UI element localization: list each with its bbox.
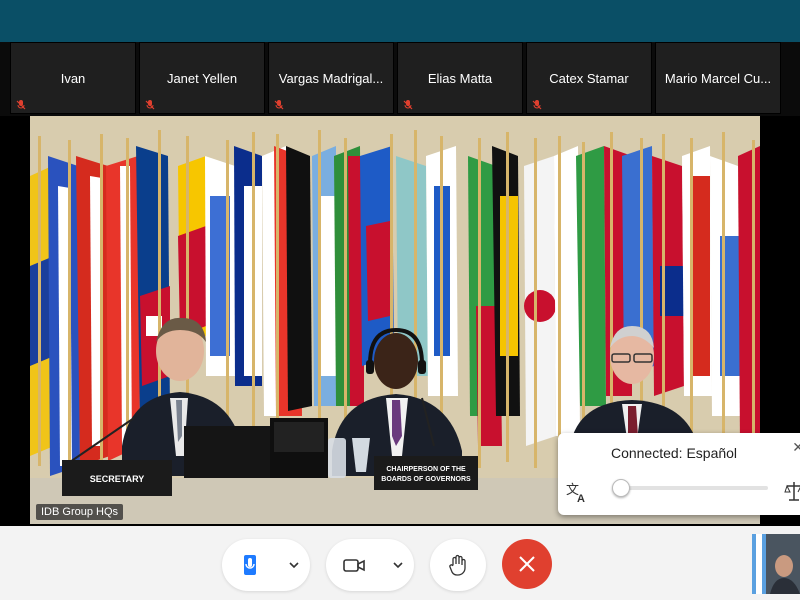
microphone-icon	[244, 555, 256, 575]
video-button[interactable]	[326, 539, 414, 591]
mute-button[interactable]	[222, 539, 310, 591]
participant-tile[interactable]: Ivan	[10, 42, 136, 114]
control-bar	[0, 526, 800, 600]
chevron-down-icon[interactable]	[392, 559, 404, 571]
participant-name: Mario Marcel Cu...	[664, 71, 772, 86]
placard-center-line1: CHAIRPERSON OF THE	[386, 466, 466, 473]
participant-name: Ivan	[60, 71, 86, 86]
muted-mic-icon	[145, 100, 155, 110]
participant-name: Elias Matta	[427, 71, 493, 86]
interpretation-status: Connected: Español	[610, 445, 738, 461]
camera-icon	[343, 559, 365, 572]
end-call-icon	[519, 556, 535, 572]
interpretation-panel: Connected: Español ✕ 文 A	[558, 433, 800, 515]
muted-mic-icon	[403, 100, 413, 110]
self-view-scene	[752, 534, 800, 594]
muted-mic-icon	[16, 100, 26, 110]
top-bar	[0, 0, 800, 42]
balance-icon[interactable]	[784, 480, 800, 502]
placard-left-text: SECRETARY	[90, 474, 145, 484]
muted-mic-icon	[532, 100, 542, 110]
raise-hand-button[interactable]	[430, 539, 486, 591]
self-view-thumbnail[interactable]	[752, 534, 800, 594]
participant-name: Janet Yellen	[166, 71, 238, 86]
participant-strip: Ivan Janet Yellen Vargas Madrigal... Eli…	[0, 42, 800, 116]
volume-slider-track[interactable]	[616, 486, 768, 490]
placard-center-line2: BOARDS OF GOVERNORS	[381, 476, 471, 483]
svg-text:A: A	[577, 493, 585, 503]
monitors	[184, 418, 328, 488]
participant-tile[interactable]: Vargas Madrigal...	[268, 42, 394, 114]
participant-tile[interactable]: Elias Matta	[397, 42, 523, 114]
room-label: IDB Group HQs	[36, 504, 124, 520]
participant-name: Vargas Madrigal...	[278, 71, 384, 86]
placard-center: CHAIRPERSON OF THE BOARDS OF GOVERNORS	[374, 456, 478, 490]
translate-icon: 文 A	[566, 482, 585, 503]
volume-slider-handle[interactable]	[611, 479, 630, 497]
participant-tile[interactable]: Mario Marcel Cu...	[655, 42, 781, 114]
end-call-button[interactable]	[502, 539, 552, 589]
participant-name: Catex Stamar	[549, 71, 629, 86]
close-icon[interactable]: ✕	[792, 439, 800, 456]
participant-tile[interactable]: Janet Yellen	[139, 42, 265, 114]
participant-tile[interactable]: Catex Stamar	[526, 42, 652, 114]
muted-mic-icon	[274, 100, 284, 110]
raise-hand-icon	[449, 554, 466, 576]
placard-left: SECRETARY	[62, 460, 172, 496]
chevron-down-icon[interactable]	[288, 559, 300, 571]
